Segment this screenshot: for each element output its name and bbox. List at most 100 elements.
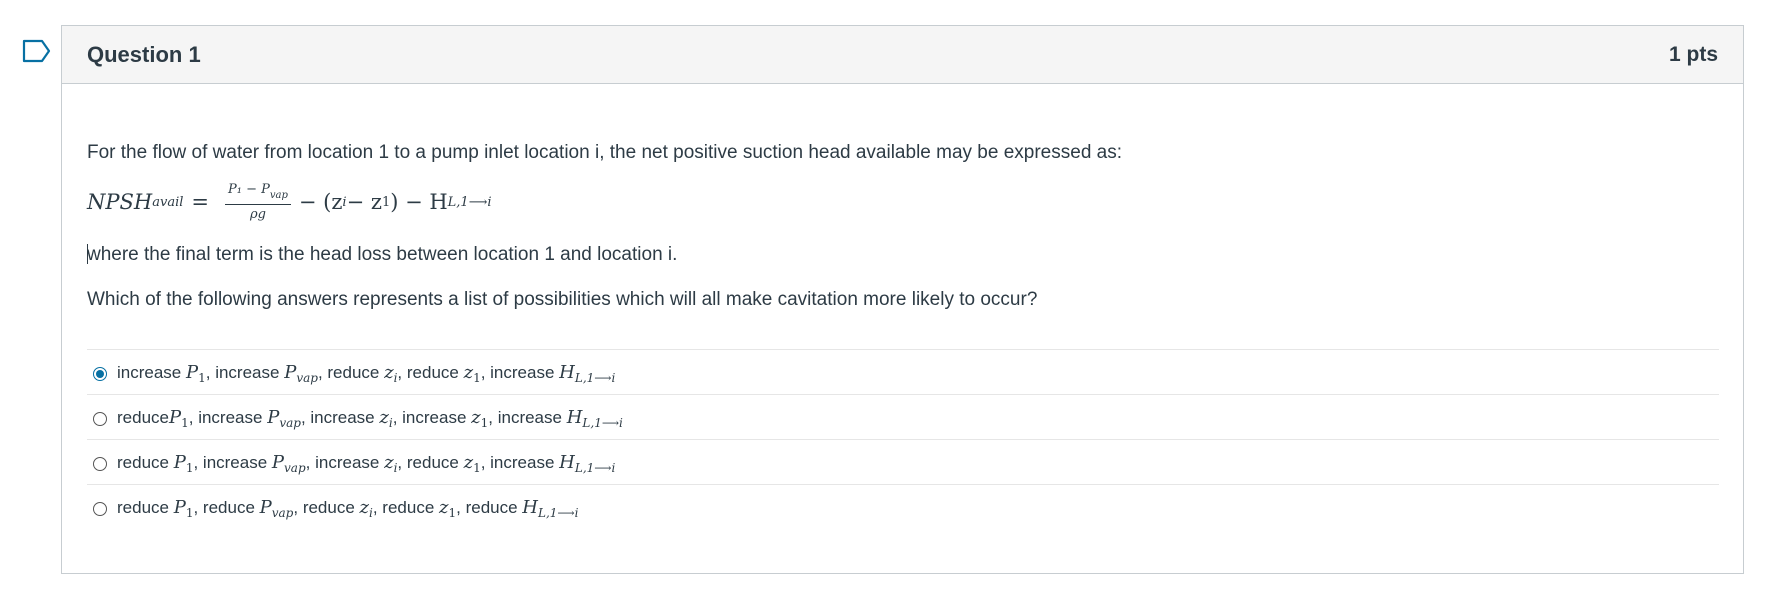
math-symbol: P bbox=[173, 497, 186, 518]
formula-middle2-sub: 1 bbox=[381, 194, 391, 210]
radio-unselected-icon[interactable] bbox=[93, 411, 107, 426]
radio-unselected-icon[interactable] bbox=[93, 456, 107, 471]
math-subscript: 1 bbox=[473, 461, 481, 475]
question-header: Question 1 1 pts bbox=[62, 26, 1743, 84]
answer-text: reduce bbox=[117, 453, 174, 472]
math-symbol: P bbox=[185, 362, 199, 383]
answer-text: , increase bbox=[305, 453, 385, 472]
math-subscript: 1 bbox=[448, 506, 457, 520]
answer-text: , reduce bbox=[193, 498, 260, 517]
formula-lhs: NPSH bbox=[87, 190, 153, 214]
answer-text: , increase bbox=[188, 408, 268, 427]
answer-math-var: z1 bbox=[463, 362, 481, 385]
question-intro: For the flow of water from location 1 to… bbox=[87, 142, 1123, 163]
answer-text: , increase bbox=[392, 408, 472, 427]
math-subscript: vap bbox=[279, 416, 301, 430]
question-prompt: Which of the following answers represent… bbox=[87, 289, 1038, 310]
math-subscript: L,1⟶i bbox=[538, 506, 579, 520]
math-symbol: z bbox=[384, 452, 394, 473]
answer-math-var: z1 bbox=[439, 497, 457, 520]
flag-question-icon[interactable] bbox=[22, 39, 52, 63]
math-symbol: P bbox=[267, 407, 280, 428]
question-explanation: where the final term is the head loss be… bbox=[87, 244, 677, 266]
formula-middle: − (z bbox=[298, 190, 343, 214]
question-explanation-text: where the final term is the head loss be… bbox=[87, 244, 678, 265]
formula-end-sub: L,1⟶i bbox=[447, 194, 492, 210]
math-symbol: z bbox=[439, 497, 449, 518]
math-symbol: P bbox=[259, 497, 272, 518]
math-symbol: H bbox=[559, 452, 575, 473]
answer-math-var: HL,1⟶i bbox=[522, 497, 579, 520]
math-symbol: z bbox=[463, 362, 474, 383]
answer-text: , increase bbox=[480, 453, 560, 472]
formula-lhs-sub: avail bbox=[152, 194, 184, 210]
math-symbol: z bbox=[471, 407, 481, 428]
answer-math-var: HL,1⟶i bbox=[566, 407, 623, 430]
math-subscript: 1 bbox=[473, 371, 481, 385]
math-subscript: 1 bbox=[181, 416, 189, 430]
answer-label: increase P1, increase Pvap, reduce zi, r… bbox=[117, 362, 615, 385]
math-symbol: z bbox=[384, 362, 394, 383]
math-symbol: P bbox=[284, 362, 297, 383]
math-symbol: H bbox=[559, 362, 575, 383]
math-symbol: z bbox=[379, 407, 389, 428]
answer-text: , reduce bbox=[372, 498, 440, 517]
answer-label: reduceP1, increase Pvap, increase zi, in… bbox=[117, 407, 623, 430]
answer-math-var: HL,1⟶i bbox=[559, 362, 616, 385]
answer-math-var: zi bbox=[360, 497, 373, 520]
answer-text: , reduce bbox=[293, 498, 360, 517]
formula-denominator: ρg bbox=[249, 207, 266, 222]
answer-text: , reduce bbox=[317, 363, 385, 382]
radio-unselected-icon[interactable] bbox=[93, 501, 107, 516]
math-symbol: P bbox=[173, 452, 186, 473]
answer-text: , increase bbox=[480, 363, 560, 382]
answer-text: , increase bbox=[193, 453, 272, 472]
answer-math-var: Pvap bbox=[259, 497, 294, 520]
formula-numerator-sub: vap bbox=[269, 190, 288, 201]
formula-fraction: P₁ − Pvap ρg bbox=[225, 182, 291, 222]
math-subscript: vap bbox=[284, 461, 306, 475]
answer-math-var: P1 bbox=[173, 497, 194, 520]
answer-option-1[interactable]: increase P1, increase Pvap, reduce zi, r… bbox=[87, 349, 1719, 397]
answer-text: , increase bbox=[488, 408, 567, 427]
answer-text: , reduce bbox=[456, 498, 523, 517]
answer-text: increase bbox=[117, 363, 186, 382]
formula-numerator-text: P₁ − P bbox=[228, 182, 270, 197]
answer-option-3[interactable]: reduce P1, increase Pvap, increase zi, r… bbox=[87, 439, 1719, 487]
answer-math-var: zi bbox=[379, 407, 392, 430]
answer-option-2[interactable]: reduceP1, increase Pvap, increase zi, in… bbox=[87, 394, 1719, 442]
answer-math-var: zi bbox=[384, 452, 397, 475]
answer-math-var: z1 bbox=[471, 407, 488, 430]
math-symbol: P bbox=[271, 452, 285, 473]
math-symbol: P bbox=[168, 407, 182, 428]
answer-text: reduce bbox=[117, 408, 169, 427]
formula-middle3: ) − H bbox=[390, 190, 448, 214]
math-symbol: H bbox=[522, 497, 538, 518]
formula-numerator: P₁ − Pvap bbox=[225, 182, 291, 205]
formula-equals: = bbox=[191, 190, 209, 214]
answer-text: , reduce bbox=[397, 363, 464, 382]
math-subscript: vap bbox=[296, 371, 318, 385]
answer-math-var: Pvap bbox=[271, 452, 306, 475]
answer-math-var: Pvap bbox=[284, 362, 318, 385]
formula-middle2: − z bbox=[346, 190, 382, 214]
math-symbol: H bbox=[566, 407, 583, 428]
math-subscript: L,1⟶i bbox=[574, 461, 616, 475]
answer-math-var: HL,1⟶i bbox=[559, 452, 616, 475]
math-subscript: vap bbox=[271, 506, 294, 520]
npsh-formula: NPSH avail = P₁ − Pvap ρg − (z i − z 1) − H… bbox=[87, 182, 492, 222]
answer-math-var: P1 bbox=[185, 362, 206, 385]
answer-math-var: P1 bbox=[168, 407, 189, 430]
answer-math-var: zi bbox=[384, 362, 397, 385]
radio-selected-icon[interactable] bbox=[93, 366, 107, 381]
answer-option-4[interactable]: reduce P1, reduce Pvap, reduce zi, reduc… bbox=[87, 484, 1719, 532]
answer-text: , increase bbox=[205, 363, 285, 382]
math-subscript: L,1⟶i bbox=[582, 416, 623, 430]
question-points: 1 pts bbox=[1668, 42, 1718, 66]
answer-math-var: P1 bbox=[173, 452, 194, 475]
answer-text: , increase bbox=[300, 408, 380, 427]
answer-math-var: Pvap bbox=[267, 407, 301, 430]
math-subscript: L,1⟶i bbox=[574, 371, 616, 385]
math-symbol: z bbox=[463, 452, 474, 473]
answer-text: reduce bbox=[117, 498, 174, 517]
